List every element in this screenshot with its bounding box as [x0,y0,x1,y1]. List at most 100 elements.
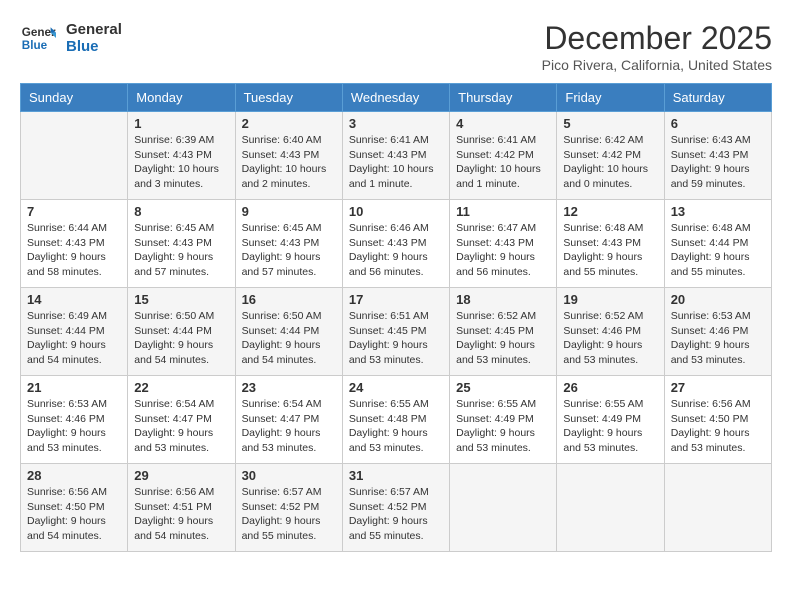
header-cell-wednesday: Wednesday [342,84,449,112]
day-number: 1 [134,116,228,131]
day-number: 23 [242,380,336,395]
cell-content: Sunrise: 6:55 AMSunset: 4:49 PMDaylight:… [456,397,550,456]
day-number: 28 [27,468,121,483]
calendar-cell [664,464,771,552]
header-cell-thursday: Thursday [450,84,557,112]
calendar-cell: 14 Sunrise: 6:49 AMSunset: 4:44 PMDayligh… [21,288,128,376]
cell-content: Sunrise: 6:56 AMSunset: 4:51 PMDaylight:… [134,485,228,544]
cell-content: Sunrise: 6:43 AMSunset: 4:43 PMDaylight:… [671,133,765,192]
day-number: 13 [671,204,765,219]
day-number: 18 [456,292,550,307]
calendar-cell: 2Sunrise: 6:40 AMSunset: 4:43 PMDaylight… [235,112,342,200]
cell-content: Sunrise: 6:46 AMSunset: 4:43 PMDaylight:… [349,221,443,280]
calendar-cell: 28 Sunrise: 6:56 AMSunset: 4:50 PMDayligh… [21,464,128,552]
cell-content: Sunrise: 6:52 AMSunset: 4:46 PMDaylight:… [563,309,657,368]
day-number: 22 [134,380,228,395]
calendar-cell: 16Sunrise: 6:50 AMSunset: 4:44 PMDayligh… [235,288,342,376]
calendar-cell: 11 Sunrise: 6:47 AMSunset: 4:43 PMDayligh… [450,200,557,288]
day-number: 24 [349,380,443,395]
title-block: December 2025 Pico Rivera, California, U… [542,20,772,73]
day-number: 20 [671,292,765,307]
day-number: 2 [242,116,336,131]
cell-content: Sunrise: 6:50 AMSunset: 4:44 PMDaylight:… [134,309,228,368]
calendar-cell: 7Sunrise: 6:44 AMSunset: 4:43 PMDaylight… [21,200,128,288]
day-number: 8 [134,204,228,219]
cell-content: Sunrise: 6:53 AMSunset: 4:46 PMDaylight:… [671,309,765,368]
day-number: 6 [671,116,765,131]
day-number: 30 [242,468,336,483]
calendar-cell: 29 Sunrise: 6:56 AMSunset: 4:51 PMDayligh… [128,464,235,552]
cell-content: Sunrise: 6:47 AMSunset: 4:43 PMDaylight:… [456,221,550,280]
cell-content: Sunrise: 6:54 AMSunset: 4:47 PMDaylight:… [242,397,336,456]
day-number: 5 [563,116,657,131]
calendar-cell: 5 Sunrise: 6:42 AMSunset: 4:42 PMDaylight… [557,112,664,200]
cell-content: Sunrise: 6:48 AMSunset: 4:44 PMDaylight:… [671,221,765,280]
day-number: 15 [134,292,228,307]
logo-text-general: General [66,21,122,38]
day-number: 12 [563,204,657,219]
calendar-cell: 19 Sunrise: 6:52 AMSunset: 4:46 PMDayligh… [557,288,664,376]
calendar-week-2: 7Sunrise: 6:44 AMSunset: 4:43 PMDaylight… [21,200,772,288]
day-number: 29 [134,468,228,483]
day-number: 21 [27,380,121,395]
calendar-cell: 8Sunrise: 6:45 AMSunset: 4:43 PMDaylight… [128,200,235,288]
calendar-cell: 6 Sunrise: 6:43 AMSunset: 4:43 PMDaylight… [664,112,771,200]
day-number: 3 [349,116,443,131]
calendar-cell: 12 Sunrise: 6:48 AMSunset: 4:43 PMDayligh… [557,200,664,288]
calendar-cell: 15 Sunrise: 6:50 AMSunset: 4:44 PMDayligh… [128,288,235,376]
calendar-week-3: 14 Sunrise: 6:49 AMSunset: 4:44 PMDayligh… [21,288,772,376]
calendar-cell [21,112,128,200]
calendar-cell: 22 Sunrise: 6:54 AMSunset: 4:47 PMDayligh… [128,376,235,464]
cell-content: Sunrise: 6:53 AMSunset: 4:46 PMDaylight:… [27,397,121,456]
calendar-cell: 23 Sunrise: 6:54 AMSunset: 4:47 PMDayligh… [235,376,342,464]
cell-content: Sunrise: 6:57 AMSunset: 4:52 PMDaylight:… [349,485,443,544]
cell-content: Sunrise: 6:56 AMSunset: 4:50 PMDaylight:… [27,485,121,544]
header-row: SundayMondayTuesdayWednesdayThursdayFrid… [21,84,772,112]
cell-content: Sunrise: 6:49 AMSunset: 4:44 PMDaylight:… [27,309,121,368]
calendar-cell [557,464,664,552]
cell-content: Sunrise: 6:56 AMSunset: 4:50 PMDaylight:… [671,397,765,456]
cell-content: Sunrise: 6:55 AMSunset: 4:48 PMDaylight:… [349,397,443,456]
calendar-cell: 1 Sunrise: 6:39 AMSunset: 4:43 PMDaylight… [128,112,235,200]
cell-content: Sunrise: 6:41 AMSunset: 4:43 PMDaylight:… [349,133,443,192]
calendar-cell: 9Sunrise: 6:45 AMSunset: 4:43 PMDaylight… [235,200,342,288]
calendar-cell: 3 Sunrise: 6:41 AMSunset: 4:43 PMDaylight… [342,112,449,200]
header-cell-saturday: Saturday [664,84,771,112]
cell-content: Sunrise: 6:54 AMSunset: 4:47 PMDaylight:… [134,397,228,456]
day-number: 9 [242,204,336,219]
logo-icon: General Blue [20,20,56,56]
calendar-cell: 27Sunrise: 6:56 AMSunset: 4:50 PMDayligh… [664,376,771,464]
header-cell-friday: Friday [557,84,664,112]
header-cell-sunday: Sunday [21,84,128,112]
day-number: 19 [563,292,657,307]
day-number: 14 [27,292,121,307]
cell-content: Sunrise: 6:48 AMSunset: 4:43 PMDaylight:… [563,221,657,280]
cell-content: Sunrise: 6:52 AMSunset: 4:45 PMDaylight:… [456,309,550,368]
header-cell-monday: Monday [128,84,235,112]
day-number: 16 [242,292,336,307]
day-number: 4 [456,116,550,131]
calendar-header: SundayMondayTuesdayWednesdayThursdayFrid… [21,84,772,112]
calendar-week-5: 28 Sunrise: 6:56 AMSunset: 4:50 PMDayligh… [21,464,772,552]
cell-content: Sunrise: 6:51 AMSunset: 4:45 PMDaylight:… [349,309,443,368]
calendar-table: SundayMondayTuesdayWednesdayThursdayFrid… [20,83,772,552]
cell-content: Sunrise: 6:55 AMSunset: 4:49 PMDaylight:… [563,397,657,456]
cell-content: Sunrise: 6:57 AMSunset: 4:52 PMDaylight:… [242,485,336,544]
cell-content: Sunrise: 6:42 AMSunset: 4:42 PMDaylight:… [563,133,657,192]
calendar-cell [450,464,557,552]
logo: General Blue General Blue [20,20,122,56]
calendar-cell: 4 Sunrise: 6:41 AMSunset: 4:42 PMDaylight… [450,112,557,200]
calendar-cell: 30 Sunrise: 6:57 AMSunset: 4:52 PMDayligh… [235,464,342,552]
calendar-cell: 25 Sunrise: 6:55 AMSunset: 4:49 PMDayligh… [450,376,557,464]
cell-content: Sunrise: 6:39 AMSunset: 4:43 PMDaylight:… [134,133,228,192]
cell-content: Sunrise: 6:41 AMSunset: 4:42 PMDaylight:… [456,133,550,192]
calendar-cell: 13 Sunrise: 6:48 AMSunset: 4:44 PMDayligh… [664,200,771,288]
day-number: 11 [456,204,550,219]
calendar-cell: 10Sunrise: 6:46 AMSunset: 4:43 PMDayligh… [342,200,449,288]
day-number: 7 [27,204,121,219]
month-title: December 2025 [542,20,772,57]
day-number: 25 [456,380,550,395]
day-number: 17 [349,292,443,307]
calendar-cell: 21 Sunrise: 6:53 AMSunset: 4:46 PMDayligh… [21,376,128,464]
day-number: 31 [349,468,443,483]
